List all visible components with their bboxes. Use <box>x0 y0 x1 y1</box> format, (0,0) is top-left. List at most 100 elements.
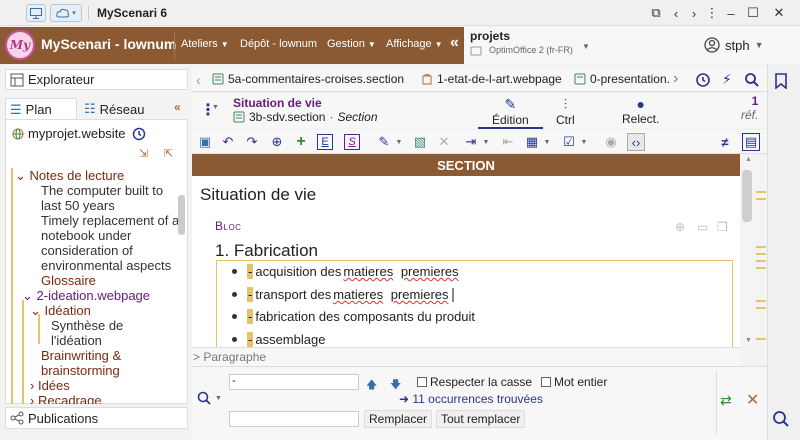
close-find-icon[interactable]: ✕ <box>746 390 759 410</box>
outline-marker[interactable] <box>756 191 766 193</box>
tree-item[interactable]: ⌄ 2-ideation.webpage <box>22 288 150 303</box>
tree-item[interactable]: › Idées <box>30 378 70 393</box>
tab-plan[interactable]: ☰ Plan <box>5 98 77 120</box>
outdent-icon[interactable]: ⇤ <box>499 133 517 151</box>
tab-document[interactable]: 5a-commentaires-croises.section <box>212 72 404 86</box>
copy-icon[interactable]: ❐ <box>717 220 728 234</box>
add-icon[interactable]: + <box>292 133 310 151</box>
list-item[interactable]: - transport des matieres premieres <box>232 287 454 302</box>
outline-marker[interactable] <box>756 198 766 200</box>
lightning-icon[interactable]: ⚡ <box>722 71 732 88</box>
tabs-prev-icon[interactable]: ‹ <box>196 72 201 88</box>
mode-relect[interactable]: ● Relect. <box>622 96 659 126</box>
scroll-down-icon[interactable]: ▼ <box>745 337 752 344</box>
pip-icon[interactable]: ⧉ <box>647 4 665 22</box>
tree-item[interactable]: The computer built to last 50 years <box>41 183 175 213</box>
breadcrumb[interactable]: > Paragraphe <box>193 350 266 364</box>
tab-document[interactable]: 1-etat-de-l-art.webpage <box>421 72 562 86</box>
search-icon[interactable] <box>744 72 760 88</box>
cloud-view-button[interactable]: ▾ <box>50 4 82 22</box>
undo-icon[interactable]: ↶ <box>219 133 237 151</box>
nav-depot[interactable]: Dépôt - lownum <box>240 38 317 50</box>
list-item[interactable]: - assemblage <box>232 332 325 347</box>
toggle-replace-icon[interactable]: ⇄ <box>720 392 732 409</box>
outline-marker[interactable] <box>756 253 766 255</box>
nav-ateliers[interactable]: Ateliers ▼ <box>181 38 229 50</box>
outline-marker[interactable] <box>756 260 766 262</box>
emphasis-icon[interactable]: E <box>317 134 333 150</box>
list-item[interactable]: - acquisition des matieres premieres <box>232 264 459 279</box>
document-view-icon[interactable]: ▤ <box>742 133 760 151</box>
chevron-down-icon[interactable]: ▼ <box>582 42 590 51</box>
tree-item[interactable]: Synthèse de l'idéation <box>51 318 151 348</box>
forward-icon[interactable]: › <box>685 4 703 22</box>
outline-marker[interactable] <box>756 300 766 302</box>
chart-icon[interactable]: ▧ <box>411 133 429 151</box>
tab-reseau[interactable]: ☷ Réseau <box>80 98 170 120</box>
chevron-down-icon[interactable]: ▼ <box>538 133 556 151</box>
tree-item[interactable]: › Recadrage <box>30 393 102 404</box>
minimize-button[interactable]: – <box>722 4 740 22</box>
references-count[interactable]: 1 réf. <box>741 94 758 122</box>
chevron-down-icon[interactable]: ▼ <box>477 133 495 151</box>
tabs-next-icon[interactable]: › <box>673 70 678 88</box>
find-previous-icon[interactable]: 🡅 <box>366 376 377 395</box>
workspace-title[interactable]: projets <box>470 29 510 43</box>
diff-icon[interactable]: ≠ <box>716 133 734 151</box>
section-title[interactable]: Situation de vie <box>200 185 316 205</box>
outline-marker[interactable] <box>756 267 766 269</box>
editor-scrollbar-thumb[interactable] <box>742 170 752 222</box>
chevron-down-icon[interactable]: ▼ <box>215 395 222 402</box>
tree-root[interactable]: myprojet.website <box>12 126 146 141</box>
tree-item[interactable]: ⌄ Idéation <box>30 303 91 318</box>
chevron-down-icon[interactable]: ▼ <box>575 133 593 151</box>
nav-affichage[interactable]: Affichage ▼ <box>386 38 443 50</box>
tree-item[interactable]: Timely replacement of a notebook under c… <box>41 213 178 273</box>
replace-all-button[interactable]: Tout remplacer <box>436 410 526 428</box>
block-heading[interactable]: 1. Fabrication <box>215 241 318 261</box>
tree-item[interactable]: Glossaire <box>41 273 96 288</box>
comment-icon[interactable]: ▭ <box>697 220 708 234</box>
match-case-checkbox[interactable]: Respecter la casse <box>417 375 532 389</box>
collapse-nav-icon[interactable]: « <box>450 34 459 52</box>
chevron-down-icon[interactable]: ▼ <box>390 133 408 151</box>
history-icon[interactable] <box>695 72 711 88</box>
target-icon[interactable]: ⊕ <box>268 133 286 151</box>
collapse-left-icon[interactable]: « <box>174 100 181 114</box>
history-icon[interactable] <box>132 127 146 141</box>
outline-marker[interactable] <box>756 246 766 248</box>
app-logo[interactable]: My <box>5 30 35 60</box>
expand-tree-icon[interactable]: ⇲ <box>139 147 148 160</box>
list-item[interactable]: - fabrication des composants du produit <box>232 309 475 324</box>
scroll-up-icon[interactable]: ▲ <box>745 156 752 163</box>
zoom-icon[interactable] <box>772 410 790 428</box>
tree-scrollbar[interactable] <box>178 195 185 235</box>
tree-item[interactable]: Brainwriting & brainstorming <box>41 348 151 378</box>
whole-word-checkbox[interactable]: Mot entier <box>541 375 607 389</box>
back-icon[interactable]: ‹ <box>667 4 685 22</box>
remove-format-icon[interactable]: ✕ <box>435 133 453 151</box>
publications-button[interactable]: Publications <box>5 407 188 429</box>
user-menu[interactable]: stph ▼ <box>704 37 764 53</box>
find-replace-icon[interactable] <box>196 390 212 406</box>
globe-icon[interactable]: ⊕ <box>675 220 685 234</box>
redo-icon[interactable]: ↷ <box>243 133 261 151</box>
outline-marker[interactable] <box>756 338 766 340</box>
save-icon[interactable]: ▣ <box>196 133 214 151</box>
bookmark-icon[interactable] <box>774 73 788 89</box>
visibility-icon[interactable]: ◉ <box>602 133 620 151</box>
mode-edition[interactable]: ✎ Édition <box>478 96 543 129</box>
maximize-button[interactable]: ☐ <box>744 4 762 22</box>
more-icon[interactable]: ⋮ <box>703 4 721 22</box>
explorer-button[interactable]: Explorateur <box>5 69 188 90</box>
outline-marker[interactable] <box>756 307 766 309</box>
special-icon[interactable]: S <box>344 134 360 150</box>
collapse-tree-icon[interactable]: ⇱ <box>164 147 173 160</box>
tab-document[interactable]: 0-presentation. <box>574 72 670 86</box>
close-button[interactable]: ✕ <box>770 4 788 22</box>
search-input[interactable]: - <box>229 374 359 390</box>
replace-button[interactable]: Remplacer <box>364 410 433 428</box>
mode-ctrl[interactable]: ⫶ Ctrl <box>556 96 575 127</box>
desktop-view-button[interactable] <box>26 4 46 22</box>
source-code-icon[interactable]: ‹› <box>627 133 645 151</box>
